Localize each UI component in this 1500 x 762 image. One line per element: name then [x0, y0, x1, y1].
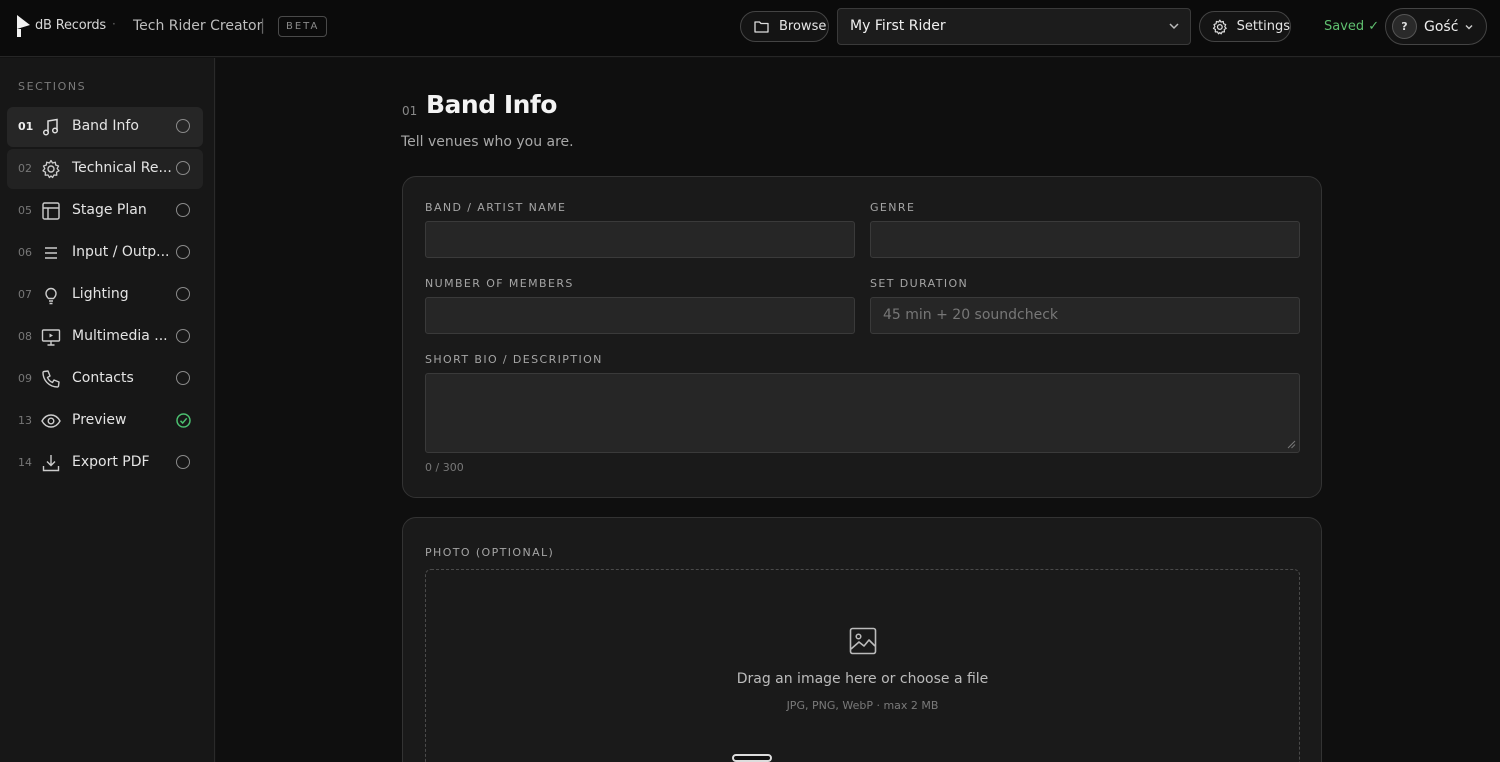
sidebar-item-label: Export PDF — [72, 454, 150, 470]
bio-label: SHORT BIO / DESCRIPTION — [425, 353, 603, 366]
image-icon — [849, 627, 877, 655]
photo-label: PHOTO (OPTIONAL) — [425, 546, 555, 559]
rider-select-value: My First Rider — [850, 18, 946, 34]
status-circle-icon — [176, 245, 190, 259]
sidebar-item-number: 14 — [18, 456, 32, 469]
rider-select[interactable]: My First Rider — [837, 8, 1191, 45]
status-circle-icon — [176, 329, 190, 343]
layout-grid-icon — [42, 202, 60, 220]
download-icon — [42, 455, 60, 472]
sidebar-item-number: 13 — [18, 414, 32, 427]
sidebar-item-label: Contacts — [72, 370, 134, 386]
sidebar-item-number: 07 — [18, 288, 32, 301]
monitor-icon — [41, 329, 61, 346]
folder-icon — [754, 21, 769, 33]
sidebar-item-number: 05 — [18, 204, 32, 217]
status-circle-icon — [176, 371, 190, 385]
gear-icon — [1212, 19, 1227, 34]
sidebar-item-label: Multimedia ... — [72, 328, 168, 344]
sidebar-item-label: Input / Outp... — [72, 244, 170, 260]
separator-pipe: | — [260, 16, 266, 34]
sidebar-item-lighting[interactable]: 07 Lighting — [7, 275, 203, 315]
resize-handle-icon[interactable] — [1287, 440, 1296, 449]
sidebar-item-preview[interactable]: 13 Preview — [7, 401, 203, 441]
music-note-icon — [42, 118, 59, 136]
chevron-down-icon — [1465, 25, 1473, 30]
sidebar-item-contacts[interactable]: 09 Contacts — [7, 359, 203, 399]
check-circle-icon — [176, 413, 191, 428]
sidebar-item-number: 06 — [18, 246, 32, 259]
photo-card: PHOTO (OPTIONAL) Drag an image here or c… — [402, 517, 1322, 762]
members-input[interactable] — [425, 297, 855, 334]
sidebar-item-number: 08 — [18, 330, 32, 343]
beta-badge: BETA — [278, 16, 328, 37]
settings-button[interactable]: Settings — [1199, 11, 1291, 42]
settings-label: Settings — [1236, 19, 1290, 34]
sidebar-item-stage-plan[interactable]: 05 Stage Plan — [7, 191, 203, 231]
lightbulb-icon — [45, 287, 57, 305]
section-number: 01 — [402, 104, 418, 118]
status-circle-icon — [176, 161, 190, 175]
sidebar-item-multimedia[interactable]: 08 Multimedia ... — [7, 317, 203, 357]
sidebar-item-label: Preview — [72, 412, 127, 428]
scroll-handle[interactable] — [732, 754, 772, 762]
members-label: NUMBER OF MEMBERS — [425, 277, 574, 290]
sidebar-title: SECTIONS — [18, 80, 87, 93]
gear-icon — [42, 159, 60, 179]
sidebar-item-export-pdf[interactable]: 14 Export PDF — [7, 443, 203, 483]
top-bar: dB Records · Tech Rider Creator | BETA B… — [0, 0, 1500, 57]
band-name-label: BAND / ARTIST NAME — [425, 201, 567, 214]
sidebar-item-technical-requirements[interactable]: 02 Technical Re... — [7, 149, 203, 189]
sidebar-item-input-output[interactable]: 06 Input / Outp... — [7, 233, 203, 273]
sidebar-item-band-info[interactable]: 01 Band Info — [7, 107, 203, 147]
dropzone-hint: JPG, PNG, WebP · max 2 MB — [786, 699, 939, 712]
bio-textarea[interactable] — [425, 373, 1300, 453]
sidebar: SECTIONS 01 Band Info 02 Technical Re...… — [0, 58, 215, 762]
list-icon — [45, 247, 57, 259]
app-title: Tech Rider Creator — [133, 18, 263, 34]
status-circle-icon — [176, 203, 190, 217]
set-duration-label: SET DURATION — [870, 277, 969, 290]
user-name: Gość — [1424, 19, 1459, 35]
main-content: 01 Band Info Tell venues who you are. BA… — [216, 58, 1500, 762]
sidebar-item-label: Technical Re... — [72, 160, 172, 176]
status-circle-icon — [176, 455, 190, 469]
band-name-input[interactable] — [425, 221, 855, 258]
sidebar-item-label: Lighting — [72, 286, 129, 302]
phone-icon — [42, 370, 60, 388]
browse-button[interactable]: Browse — [740, 11, 829, 42]
genre-input[interactable] — [870, 221, 1300, 258]
photo-dropzone[interactable]: Drag an image here or choose a file JPG,… — [425, 569, 1300, 762]
avatar: ? — [1392, 14, 1417, 39]
sidebar-item-number: 09 — [18, 372, 32, 385]
separator-dot: · — [112, 17, 116, 31]
browse-label: Browse — [779, 19, 827, 34]
dropzone-text: Drag an image here or choose a file — [736, 671, 989, 687]
bio-char-counter: 0 / 300 — [425, 461, 464, 474]
status-circle-icon — [176, 119, 190, 133]
sidebar-item-label: Band Info — [72, 118, 139, 134]
page-title: Band Info — [426, 90, 557, 119]
sidebar-item-number: 01 — [18, 120, 34, 133]
set-duration-input[interactable]: 45 min + 20 soundcheck — [870, 297, 1300, 334]
page-subtitle: Tell venues who you are. — [401, 134, 574, 150]
brand-name: dB Records — [35, 18, 106, 33]
sidebar-item-number: 02 — [18, 162, 32, 175]
status-circle-icon — [176, 287, 190, 301]
logo-icon — [17, 15, 30, 37]
genre-label: GENRE — [870, 201, 916, 214]
user-menu-button[interactable]: ? Gość — [1385, 8, 1487, 45]
saved-status: Saved ✓ — [1324, 19, 1380, 34]
band-info-card: BAND / ARTIST NAME GENRE NUMBER OF MEMBE… — [402, 176, 1322, 498]
eye-icon — [41, 414, 61, 428]
chevron-down-icon — [1169, 23, 1179, 30]
sidebar-item-label: Stage Plan — [72, 202, 147, 218]
